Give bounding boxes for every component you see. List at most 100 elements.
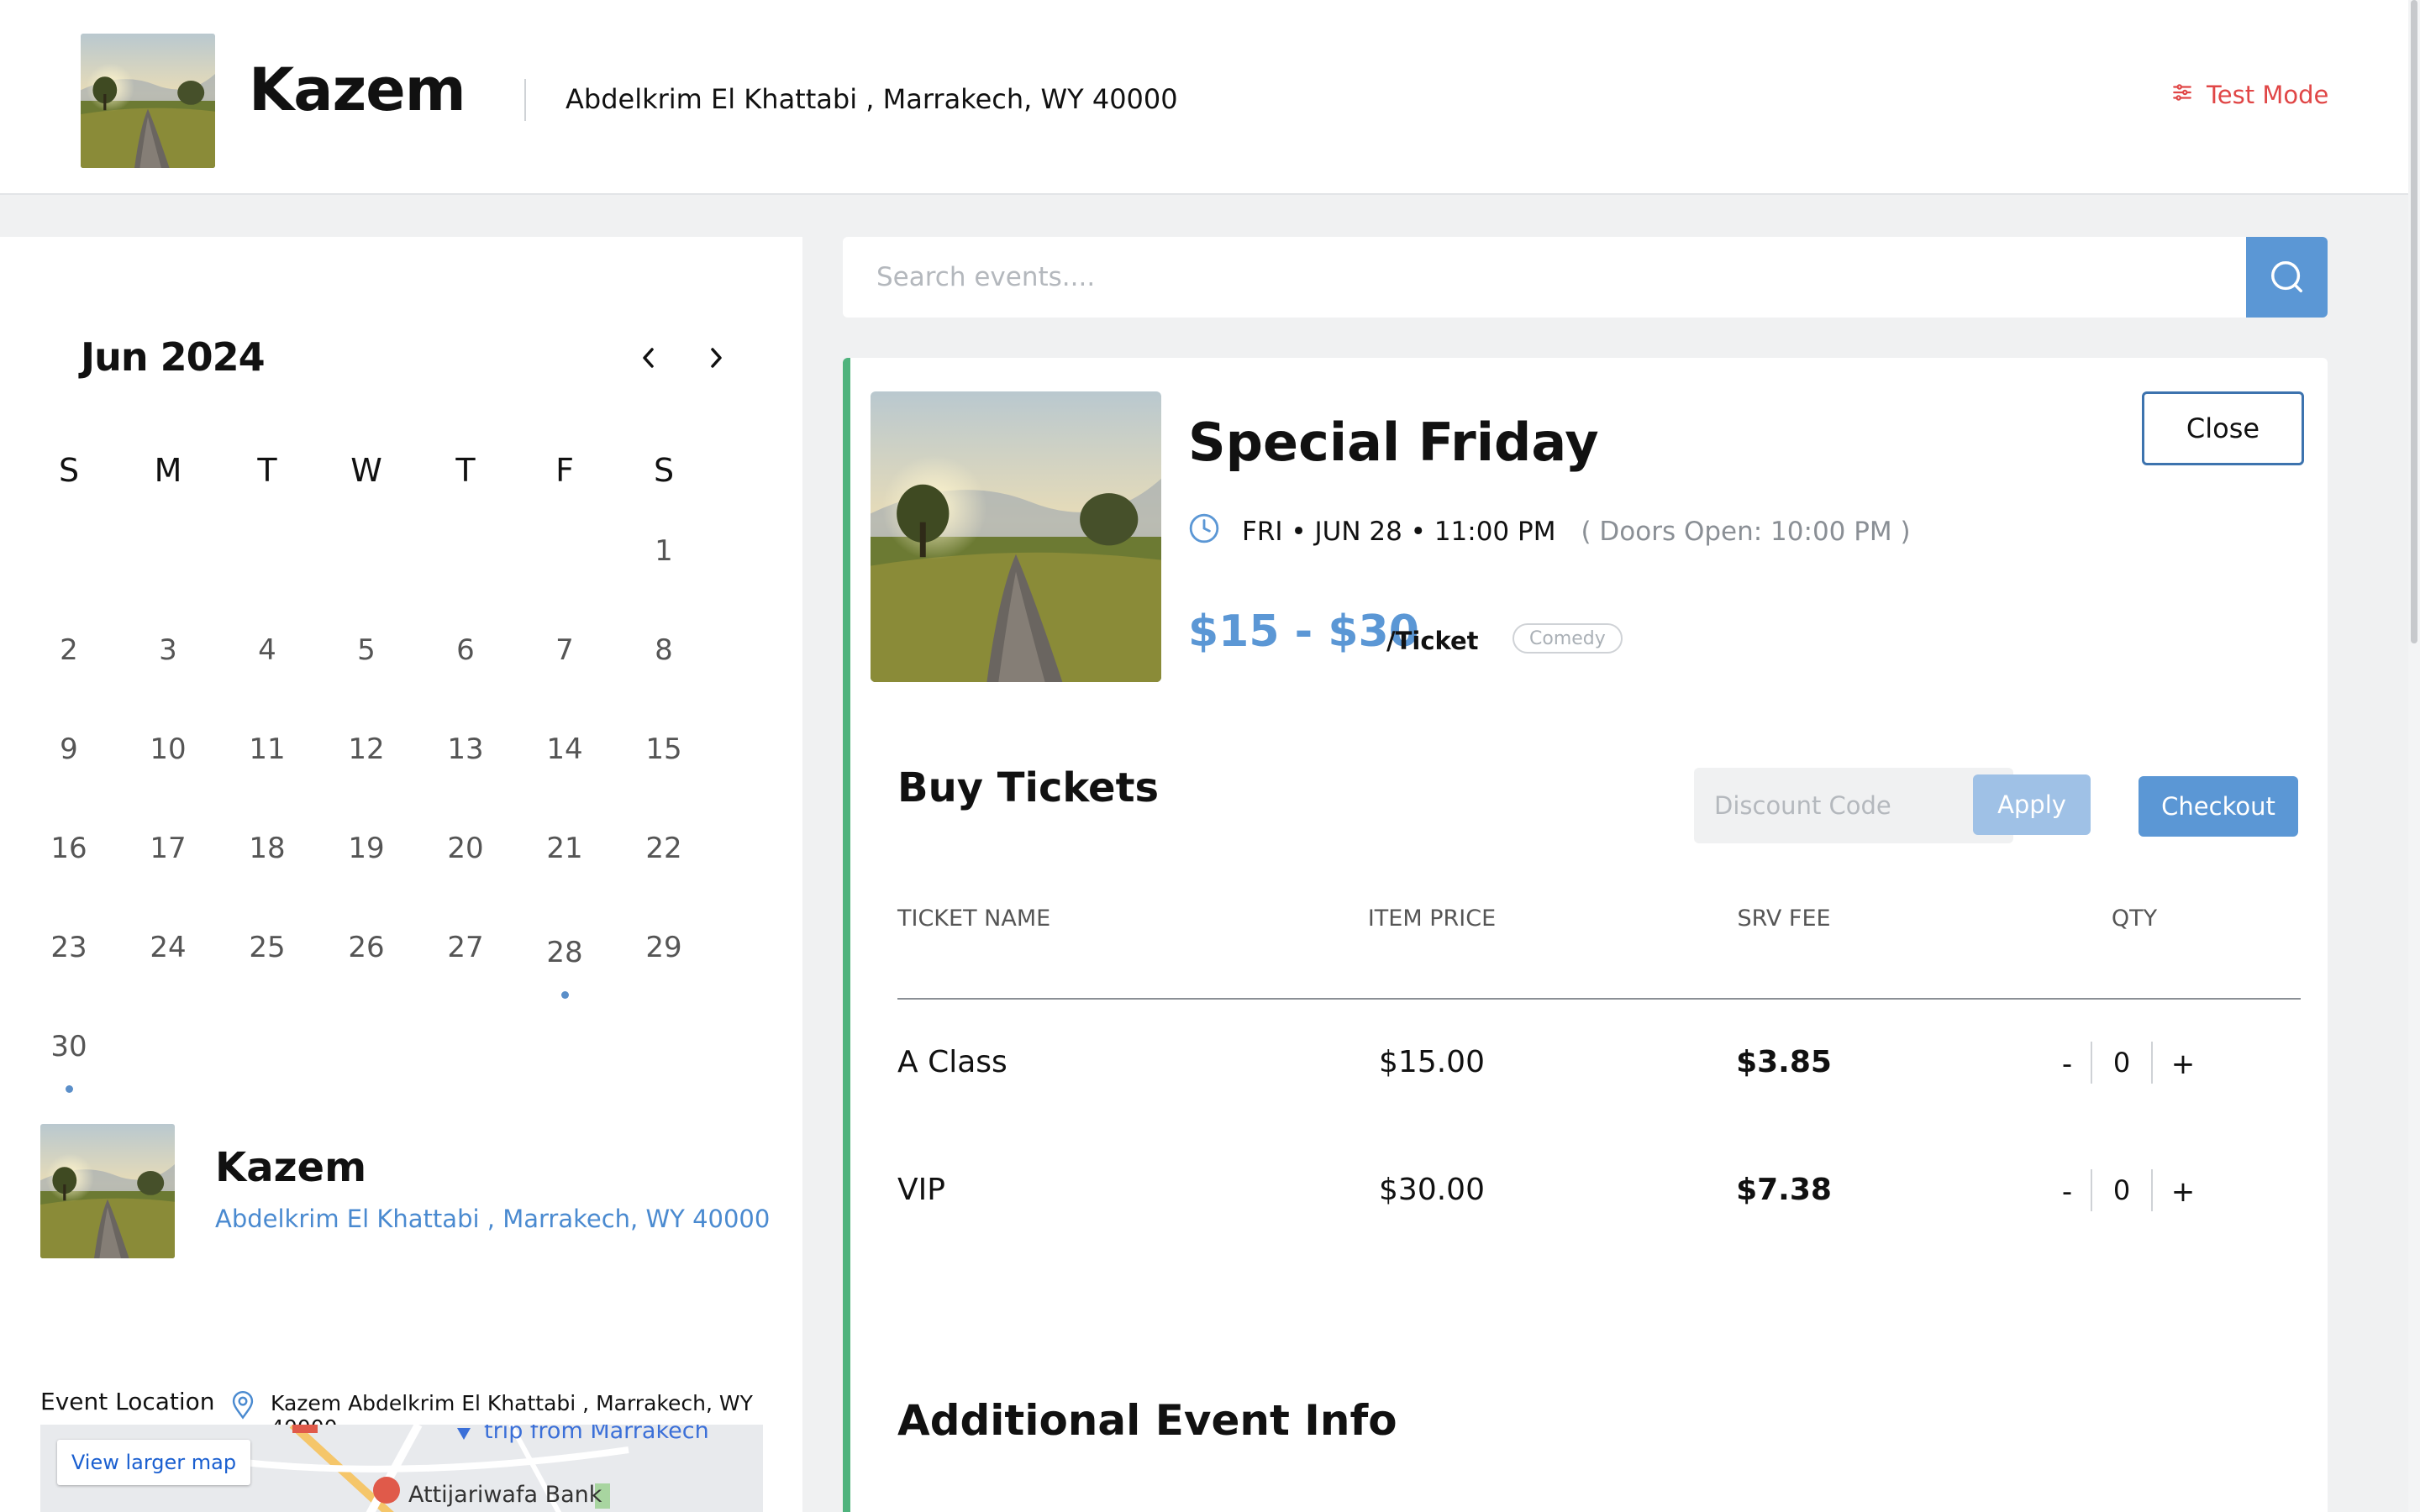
column-header-ticket-name: TICKET NAME bbox=[897, 906, 1051, 932]
sliders-icon bbox=[2171, 81, 2193, 109]
checkout-button[interactable]: Checkout bbox=[2139, 776, 2298, 837]
header-divider bbox=[524, 79, 526, 121]
calendar-day-12[interactable]: 12 bbox=[333, 732, 400, 766]
weekday-label: W bbox=[350, 452, 382, 489]
calendar-day-17[interactable]: 17 bbox=[134, 832, 202, 865]
event-location-label: Event Location bbox=[40, 1388, 215, 1415]
calendar-day-1[interactable]: 1 bbox=[630, 534, 697, 568]
event-detail-card: Special Friday Close FRI • JUN 28 • 11:0… bbox=[843, 358, 2328, 1512]
apply-button[interactable]: Apply bbox=[1973, 774, 2091, 835]
search-input[interactable] bbox=[843, 237, 2246, 318]
ticket-price: $30.00 bbox=[1379, 1173, 1485, 1207]
qty-decrement-button[interactable]: - bbox=[2050, 1171, 2084, 1213]
calendar-day-2[interactable]: 2 bbox=[35, 633, 103, 667]
calendar-day-9[interactable]: 9 bbox=[35, 732, 103, 766]
calendar-day-24[interactable]: 24 bbox=[134, 931, 202, 964]
ticket-price: $15.00 bbox=[1379, 1045, 1485, 1079]
weekday-label: M bbox=[154, 452, 182, 489]
close-button[interactable]: Close bbox=[2142, 391, 2304, 465]
calendar-day-4[interactable]: 4 bbox=[234, 633, 301, 667]
calendar-day-16[interactable]: 16 bbox=[35, 832, 103, 865]
event-title: Special Friday bbox=[1188, 412, 1599, 473]
map-place-label: trip from Marrakech bbox=[484, 1425, 709, 1444]
month-label: Jun 2024 bbox=[81, 334, 266, 380]
event-image bbox=[871, 391, 1161, 682]
calendar-day-19[interactable]: 19 bbox=[333, 832, 400, 865]
next-month-button[interactable] bbox=[699, 341, 733, 375]
calendar-day-13[interactable]: 13 bbox=[432, 732, 499, 766]
buy-tickets-heading: Buy Tickets bbox=[897, 764, 1160, 811]
test-mode-button[interactable]: Test Mode bbox=[2171, 81, 2328, 109]
calendar-day-25[interactable]: 25 bbox=[234, 931, 301, 964]
chevron-right-icon bbox=[711, 348, 722, 368]
calendar-day-7[interactable]: 7 bbox=[531, 633, 598, 667]
weekday-label: T bbox=[257, 452, 277, 489]
organizer-address-link[interactable]: Abdelkrim El Khattabi , Marrakech, WY 40… bbox=[215, 1205, 770, 1233]
event-datetime: FRI • JUN 28 • 11:00 PM ( Doors Open: 10… bbox=[1188, 512, 1911, 551]
event-date-text: FRI • JUN 28 • 11:00 PM bbox=[1242, 517, 1556, 547]
calendar-day-21[interactable]: 21 bbox=[531, 832, 598, 865]
location-map[interactable]: trip from Marrakech Attijariwafa Bank Vi… bbox=[40, 1425, 763, 1512]
discount-code-input[interactable] bbox=[1694, 768, 1963, 843]
calendar-day-27[interactable]: 27 bbox=[432, 931, 499, 964]
calendar-panel: Jun 2024 SMTWTFS 1 2 3 4 5 6 7 8 9 10 11 12 13 14 15 16… bbox=[0, 237, 802, 1512]
calendar-day-30[interactable]: 30 bbox=[35, 1030, 103, 1063]
qty-increment-button[interactable]: + bbox=[2166, 1171, 2200, 1213]
ticket-name: VIP bbox=[897, 1173, 945, 1207]
calendar-day-8[interactable]: 8 bbox=[630, 633, 697, 667]
scrollbar[interactable] bbox=[2408, 0, 2420, 1512]
calendar-day-20[interactable]: 20 bbox=[432, 832, 499, 865]
calendar-day-11[interactable]: 11 bbox=[234, 732, 301, 766]
calendar-day-26[interactable]: 26 bbox=[333, 931, 400, 964]
calendar-day-18[interactable]: 18 bbox=[234, 832, 301, 865]
organizer-name: Kazem bbox=[215, 1144, 367, 1191]
venue-logo bbox=[81, 34, 215, 168]
discount-form: Apply bbox=[1694, 768, 2091, 843]
column-header-qty: QTY bbox=[2111, 906, 2158, 932]
search-button[interactable] bbox=[2246, 237, 2328, 318]
ticket-fee: $7.38 bbox=[1736, 1173, 1832, 1207]
calendar-day-6[interactable]: 6 bbox=[432, 633, 499, 667]
qty-value[interactable]: 0 bbox=[2091, 1169, 2153, 1211]
category-badge: Comedy bbox=[1512, 623, 1623, 654]
ticket-name: A Class bbox=[897, 1045, 1007, 1079]
weekday-label: F bbox=[555, 452, 574, 489]
calendar-day-15[interactable]: 15 bbox=[630, 732, 697, 766]
scrollbar-thumb[interactable] bbox=[2411, 0, 2417, 643]
qty-increment-button[interactable]: + bbox=[2166, 1043, 2200, 1085]
event-indicator-dot bbox=[561, 991, 569, 999]
weekday-label: S bbox=[653, 452, 675, 489]
doors-open-text: ( Doors Open: 10:00 PM ) bbox=[1581, 517, 1911, 547]
weekday-label: T bbox=[455, 452, 476, 489]
calendar-day-23[interactable]: 23 bbox=[35, 931, 103, 964]
calendar-day-5[interactable]: 5 bbox=[333, 633, 400, 667]
organizer-image bbox=[40, 1124, 175, 1258]
venue-address: Abdelkrim El Khattabi , Marrakech, WY 40… bbox=[566, 83, 1178, 115]
calendar-day-3[interactable]: 3 bbox=[134, 633, 202, 667]
price-unit: /Ticket bbox=[1386, 627, 1479, 655]
calendar-day-29[interactable]: 29 bbox=[630, 931, 697, 964]
table-divider bbox=[897, 998, 2301, 1000]
event-indicator-dot bbox=[66, 1085, 73, 1093]
qty-value[interactable]: 0 bbox=[2091, 1042, 2153, 1084]
view-larger-map-button[interactable]: View larger map bbox=[57, 1440, 250, 1485]
clock-icon bbox=[1188, 512, 1220, 551]
calendar-day-28[interactable]: 28 bbox=[531, 936, 598, 969]
search-icon bbox=[2270, 261, 2302, 293]
venue-name: Kazem bbox=[249, 55, 466, 124]
test-mode-label: Test Mode bbox=[2207, 81, 2329, 109]
map-pin-icon bbox=[230, 1391, 255, 1423]
calendar-day-14[interactable]: 14 bbox=[531, 732, 598, 766]
column-header-srv-fee: SRV FEE bbox=[1737, 906, 1831, 932]
weekday-label: S bbox=[58, 452, 80, 489]
qty-decrement-button[interactable]: - bbox=[2050, 1043, 2084, 1085]
calendar-day-22[interactable]: 22 bbox=[630, 832, 697, 865]
calendar-day-10[interactable]: 10 bbox=[134, 732, 202, 766]
header: Kazem Abdelkrim El Khattabi , Marrakech,… bbox=[0, 0, 2408, 195]
price-range: $15 - $30 bbox=[1188, 606, 1419, 657]
column-header-item-price: ITEM PRICE bbox=[1367, 906, 1497, 932]
ticket-fee: $3.85 bbox=[1736, 1045, 1832, 1079]
prev-month-button[interactable] bbox=[632, 341, 666, 375]
map-place-label: Attijariwafa Bank bbox=[408, 1482, 602, 1508]
additional-info-heading: Additional Event Info bbox=[897, 1396, 1397, 1445]
